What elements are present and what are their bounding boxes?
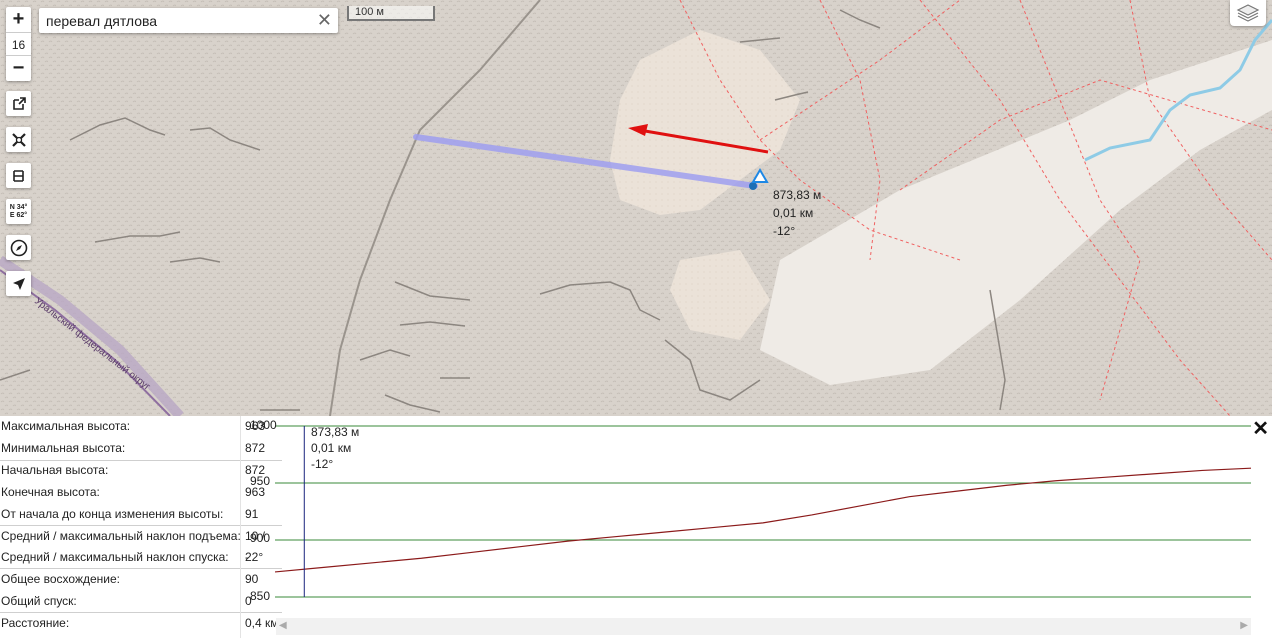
- close-profile-button[interactable]: ✕: [1252, 418, 1269, 440]
- map-canvas[interactable]: Уральский федеральный округ: [0, 0, 1272, 416]
- point-info-tooltip: 873,83 м 0,01 км -12°: [773, 186, 821, 240]
- stat-label: Расстояние:: [1, 616, 70, 630]
- horizontal-scrollbar[interactable]: ◀ ▶: [276, 618, 1251, 635]
- stat-label: Средний / максимальный наклон подъема:: [1, 529, 241, 543]
- stats-divider: [240, 416, 241, 638]
- external-link-icon: [12, 96, 26, 110]
- cursor-slope: -12°: [311, 457, 334, 471]
- point-elevation: 873,83 м: [773, 188, 822, 202]
- stat-label: Общее восхождение:: [1, 572, 120, 586]
- zoom-out-button[interactable]: −: [6, 56, 31, 81]
- stat-value: 90: [245, 572, 259, 586]
- stat-label: Конечная высота:: [1, 485, 100, 499]
- y-tick-label: 950: [250, 474, 271, 488]
- stat-label: Общий спуск:: [1, 594, 77, 608]
- coordinates-icon: N 34° E 62°: [9, 203, 28, 219]
- ruler-icon: [11, 132, 26, 147]
- profile-tool-button[interactable]: [6, 163, 31, 188]
- coordinates-button[interactable]: N 34° E 62°: [6, 199, 31, 224]
- external-link-button[interactable]: [6, 91, 31, 116]
- stat-value: 872: [245, 441, 266, 455]
- stat-label: От начала до конца изменения высоты:: [1, 507, 224, 521]
- zoom-in-button[interactable]: +: [6, 7, 31, 32]
- cursor-elevation: 873,83 м: [311, 425, 360, 439]
- y-tick-label: 850: [250, 589, 271, 603]
- compass-button[interactable]: [6, 235, 31, 260]
- cursor-distance: 0,01 км: [311, 441, 352, 455]
- point-distance: 0,01 км: [773, 206, 814, 220]
- elevation-profile-panel: Максимальная высота: 963 Минимальная высот…: [0, 416, 1272, 638]
- measure-tool-button[interactable]: [6, 127, 31, 152]
- compass-icon: [10, 239, 27, 256]
- stat-value: 0,4 км: [245, 616, 279, 630]
- scale-bar: 100 м: [347, 6, 435, 21]
- search-box: ✕: [39, 8, 338, 33]
- map-view[interactable]: Уральский федеральный округ + 16 − перев…: [0, 0, 1272, 416]
- y-tick-label: 900: [250, 531, 271, 545]
- elevation-chart[interactable]: [275, 416, 1272, 638]
- layers-icon: [1236, 4, 1260, 22]
- stat-label: Начальная высота:: [1, 463, 109, 477]
- zoom-control: + 16 −: [6, 7, 31, 81]
- clear-search-icon[interactable]: ✕: [317, 10, 332, 30]
- elevation-line: [275, 467, 1252, 573]
- stat-value: -: [245, 550, 249, 564]
- stat-label: Средний / максимальный наклон спуска:: [1, 550, 229, 564]
- y-tick-label: 1000: [250, 418, 277, 432]
- stat-label: Минимальная высота:: [1, 441, 126, 455]
- search-input[interactable]: [39, 8, 304, 33]
- stat-value: 91: [245, 507, 259, 521]
- cursor-info: 873,83 м 0,01 км -12°: [311, 424, 359, 472]
- scroll-left-icon[interactable]: ◀: [279, 620, 287, 631]
- navigation-arrow-icon: [12, 277, 25, 290]
- point-slope: -12°: [773, 224, 796, 238]
- stat-label: Максимальная высота:: [1, 419, 131, 433]
- zoom-level: 16: [6, 32, 31, 56]
- elevation-profile-icon: [12, 169, 24, 182]
- locate-button[interactable]: [6, 271, 31, 296]
- scroll-right-icon[interactable]: ▶: [1240, 620, 1248, 631]
- layers-button[interactable]: [1230, 0, 1266, 26]
